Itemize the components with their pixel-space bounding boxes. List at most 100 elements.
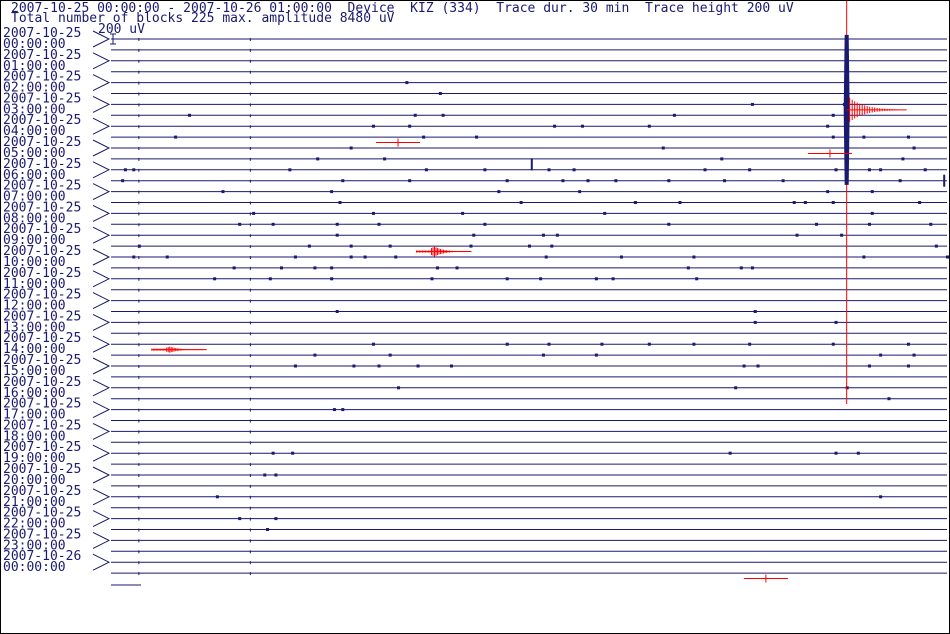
row-pointer bbox=[92, 466, 111, 484]
noise-blip bbox=[455, 266, 459, 270]
noise-blip bbox=[898, 179, 902, 183]
noise-blip bbox=[667, 222, 671, 226]
trace-lines bbox=[111, 38, 947, 586]
helicorder-chart: 2007-10-2500:00:002007-10-2501:00:002007… bbox=[3, 1, 949, 586]
noise-blip bbox=[408, 124, 412, 128]
noise-blip bbox=[121, 179, 125, 183]
noise-blip bbox=[238, 517, 242, 521]
noise-blip bbox=[550, 244, 554, 248]
noise-blip bbox=[918, 201, 922, 204]
noise-blip bbox=[469, 244, 473, 248]
noise-blip bbox=[371, 211, 375, 215]
noise-blip bbox=[934, 244, 938, 248]
noise-blip bbox=[647, 124, 651, 128]
noise-blip bbox=[862, 135, 866, 139]
noise-blip bbox=[505, 179, 509, 183]
noise-blip bbox=[335, 222, 339, 226]
noise-blip bbox=[349, 244, 353, 248]
noise-blip bbox=[338, 201, 342, 204]
noise-blip bbox=[923, 168, 927, 172]
noise-blip bbox=[293, 364, 297, 368]
noise-blip bbox=[831, 113, 835, 117]
row-pointer bbox=[92, 270, 111, 288]
noise-blip bbox=[383, 157, 387, 161]
noise-blip bbox=[586, 179, 590, 183]
noise-blip bbox=[553, 124, 557, 128]
noise-blip bbox=[831, 201, 835, 204]
noise-blip bbox=[497, 190, 501, 194]
noise-blip bbox=[594, 277, 598, 281]
noise-blip bbox=[578, 190, 582, 194]
noise-blip bbox=[388, 244, 392, 248]
noise-blip bbox=[274, 517, 278, 521]
row-pointer bbox=[92, 357, 111, 375]
noise-blip bbox=[728, 451, 732, 455]
noise-blip bbox=[734, 386, 738, 390]
noise-blip bbox=[472, 233, 476, 237]
noise-blip bbox=[901, 157, 905, 161]
noise-blip bbox=[739, 266, 743, 270]
noise-blip bbox=[377, 364, 381, 368]
noise-blip bbox=[335, 310, 339, 313]
noise-blip bbox=[132, 168, 136, 172]
noise-blip bbox=[232, 266, 236, 270]
row-pointer bbox=[92, 531, 111, 549]
noise-blip bbox=[781, 179, 785, 183]
noise-blip bbox=[332, 408, 336, 412]
noise-blip bbox=[132, 255, 136, 259]
noise-blip bbox=[870, 190, 874, 194]
noise-blip bbox=[266, 528, 270, 531]
noise-blip bbox=[519, 201, 523, 204]
noise-blip bbox=[271, 222, 275, 226]
noise-blip bbox=[274, 473, 278, 477]
noise-blip bbox=[795, 233, 799, 237]
row-pointer bbox=[92, 488, 111, 506]
noise-blip bbox=[188, 113, 192, 117]
noise-blip bbox=[720, 157, 724, 161]
noise-blip bbox=[887, 397, 891, 401]
noise-blip bbox=[371, 342, 375, 346]
row-pointer bbox=[92, 161, 111, 179]
row-pointer bbox=[92, 52, 111, 70]
noise-blip bbox=[912, 353, 916, 357]
noise-blip bbox=[834, 168, 838, 172]
row-pointer bbox=[92, 313, 111, 331]
noise-blip bbox=[397, 386, 401, 390]
seismogram-frame: 2007-10-25 00:00:00 - 2007-10-26 01:00:0… bbox=[0, 0, 950, 634]
noise-blip bbox=[330, 277, 334, 281]
row-pointer bbox=[92, 292, 111, 310]
noise-blip bbox=[756, 364, 760, 368]
noise-blip bbox=[692, 342, 696, 346]
noise-blip bbox=[753, 320, 757, 324]
noise-blip bbox=[441, 113, 445, 117]
noise-blip bbox=[371, 124, 375, 128]
noise-blip bbox=[461, 211, 465, 215]
noise-blip bbox=[834, 320, 838, 324]
row-pointer bbox=[92, 401, 111, 419]
noise-blip bbox=[879, 168, 883, 172]
noise-blip bbox=[422, 135, 426, 139]
noise-blip bbox=[388, 353, 392, 357]
noise-blip bbox=[867, 364, 871, 368]
noise-blip bbox=[748, 342, 752, 346]
noise-blip bbox=[856, 451, 860, 455]
noise-blip bbox=[695, 277, 699, 281]
row-pointer bbox=[92, 510, 111, 528]
row-pointer bbox=[92, 226, 111, 244]
noise-blip bbox=[831, 342, 835, 346]
noise-blip bbox=[792, 201, 796, 204]
noise-blip bbox=[413, 113, 417, 117]
noise-blip bbox=[271, 451, 275, 455]
noise-blip bbox=[603, 211, 607, 215]
noise-blip bbox=[840, 233, 844, 237]
noise-blip bbox=[352, 364, 356, 368]
row-labels: 2007-10-2500:00:002007-10-2501:00:002007… bbox=[3, 26, 111, 575]
noise-blip bbox=[834, 451, 838, 455]
noise-blip bbox=[363, 255, 367, 259]
noise-blip bbox=[213, 277, 217, 281]
noise-blip bbox=[600, 342, 604, 346]
noise-blip bbox=[377, 222, 381, 226]
noise-blip bbox=[408, 179, 412, 183]
noise-blip bbox=[547, 168, 551, 172]
noise-blip bbox=[686, 266, 690, 270]
